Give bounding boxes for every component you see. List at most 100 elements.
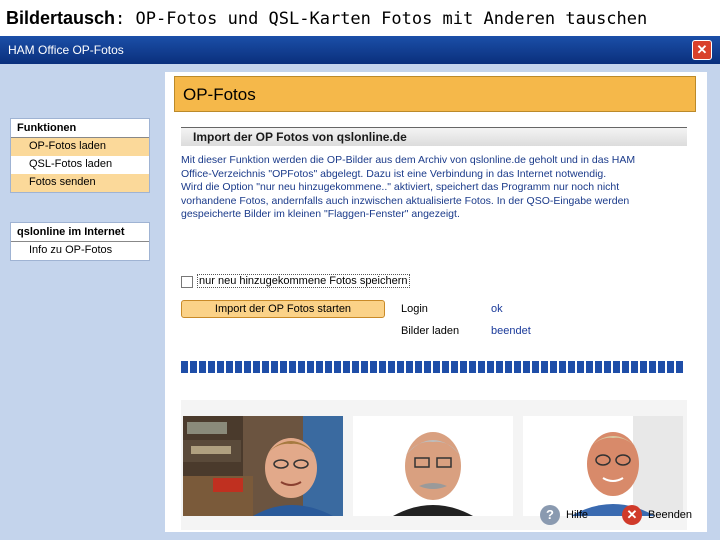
progress-segment	[307, 361, 314, 373]
progress-segment	[397, 361, 404, 373]
progress-segment	[289, 361, 296, 373]
caption-text: : OP-Fotos und QSL-Karten Fotos mit Ande…	[115, 9, 648, 29]
download-label: Bilder laden	[401, 325, 460, 337]
progress-segment	[514, 361, 521, 373]
page-title: OP-Fotos	[183, 85, 256, 104]
progress-bar	[181, 360, 687, 373]
progress-segment	[388, 361, 395, 373]
progress-segment	[298, 361, 305, 373]
main-panel: OP-Fotos Import der OP Fotos von qslonli…	[165, 72, 707, 532]
progress-segment	[415, 361, 422, 373]
progress-segment	[505, 361, 512, 373]
slide-caption: Bildertausch: OP-Fotos und QSL-Karten Fo…	[6, 8, 647, 29]
progress-segment	[604, 361, 611, 373]
progress-segment	[343, 361, 350, 373]
progress-segment	[334, 361, 341, 373]
only-new-checkbox-label[interactable]: nur neu hinzugekommene Fotos speichern	[197, 274, 410, 288]
progress-segment	[595, 361, 602, 373]
progress-segment	[469, 361, 476, 373]
progress-segment	[352, 361, 359, 373]
help-label: Hilfe	[566, 509, 589, 521]
section-title: Import der OP Fotos von qslonline.de	[193, 130, 407, 144]
progress-segment	[460, 361, 467, 373]
progress-segment	[523, 361, 530, 373]
progress-fill	[181, 361, 683, 373]
progress-segment	[406, 361, 413, 373]
functions-header: Funktionen	[11, 119, 149, 138]
progress-segment	[496, 361, 503, 373]
page-title-bar: OP-Fotos	[174, 76, 696, 112]
progress-segment	[280, 361, 287, 373]
op-photo	[523, 416, 683, 516]
progress-segment	[478, 361, 485, 373]
progress-segment	[433, 361, 440, 373]
progress-segment	[658, 361, 665, 373]
progress-segment	[586, 361, 593, 373]
progress-segment	[316, 361, 323, 373]
progress-segment	[640, 361, 647, 373]
section-header: Import der OP Fotos von qslonline.de	[181, 127, 687, 146]
progress-segment	[631, 361, 638, 373]
progress-segment	[613, 361, 620, 373]
progress-segment	[199, 361, 206, 373]
progress-segment	[361, 361, 368, 373]
photo-strip	[181, 400, 687, 530]
help-icon: ?	[540, 505, 560, 525]
app-window: HAM Office OP-Fotos ✕ Funktionen OP-Foto…	[0, 36, 720, 540]
progress-segment	[577, 361, 584, 373]
download-status: beendet	[491, 325, 531, 337]
sidebar-item-fotos-senden[interactable]: Fotos senden	[11, 174, 149, 192]
caption-bold: Bildertausch	[6, 8, 116, 28]
progress-segment	[676, 361, 683, 373]
progress-segment	[550, 361, 557, 373]
sidebar-item-op-fotos-laden[interactable]: OP-Fotos laden	[11, 138, 149, 156]
progress-segment	[532, 361, 539, 373]
progress-segment	[190, 361, 197, 373]
progress-segment	[325, 361, 332, 373]
progress-segment	[181, 361, 188, 373]
functions-panel: Funktionen OP-Fotos laden QSL-Fotos lade…	[10, 118, 150, 193]
progress-segment	[424, 361, 431, 373]
description-line: Office-Verzeichnis "OPFotos" abgelegt. D…	[181, 167, 607, 180]
description-line: Mit dieser Funktion werden die OP-Bilder…	[181, 154, 636, 166]
close-button[interactable]: ✕	[692, 40, 712, 60]
sidebar-item-info-op-fotos[interactable]: Info zu OP-Fotos	[11, 242, 149, 260]
exit-label: Beenden	[648, 509, 693, 521]
progress-segment	[208, 361, 215, 373]
progress-segment	[442, 361, 449, 373]
progress-segment	[559, 361, 566, 373]
progress-segment	[541, 361, 548, 373]
op-photo	[183, 416, 343, 516]
progress-segment	[271, 361, 278, 373]
progress-segment	[649, 361, 656, 373]
progress-segment	[568, 361, 575, 373]
progress-segment	[451, 361, 458, 373]
progress-segment	[217, 361, 224, 373]
only-new-checkbox[interactable]	[181, 276, 193, 288]
progress-segment	[253, 361, 260, 373]
progress-segment	[622, 361, 629, 373]
op-photo	[353, 416, 513, 516]
progress-segment	[379, 361, 386, 373]
internet-panel: qslonline im Internet Info zu OP-Fotos	[10, 222, 150, 261]
progress-segment	[226, 361, 233, 373]
progress-segment	[370, 361, 377, 373]
login-status: ok	[491, 303, 503, 315]
progress-segment	[235, 361, 242, 373]
progress-segment	[487, 361, 494, 373]
title-bar[interactable]: HAM Office OP-Fotos ✕	[0, 36, 720, 64]
progress-segment	[244, 361, 251, 373]
description: Mit dieser Funktion werden die OP-Bilder…	[181, 154, 701, 222]
internet-header: qslonline im Internet	[11, 223, 149, 242]
description-line: vorhandene Fotos, andernfalls auch inzwi…	[181, 194, 630, 207]
description-line: Wird die Option "nur neu hinzugekommene.…	[181, 181, 620, 193]
sidebar: Funktionen OP-Fotos laden QSL-Fotos lade…	[6, 72, 156, 540]
progress-segment	[667, 361, 674, 373]
description-line: gespeicherte Bilder im kleinen "Flaggen-…	[181, 208, 460, 220]
start-import-button[interactable]: Import der OP Fotos starten	[181, 300, 385, 318]
login-label: Login	[401, 303, 428, 315]
sidebar-item-qsl-fotos-laden[interactable]: QSL-Fotos laden	[11, 156, 149, 174]
progress-segment	[262, 361, 269, 373]
exit-icon: ✕	[622, 505, 642, 525]
window-title: HAM Office OP-Fotos	[8, 43, 124, 57]
